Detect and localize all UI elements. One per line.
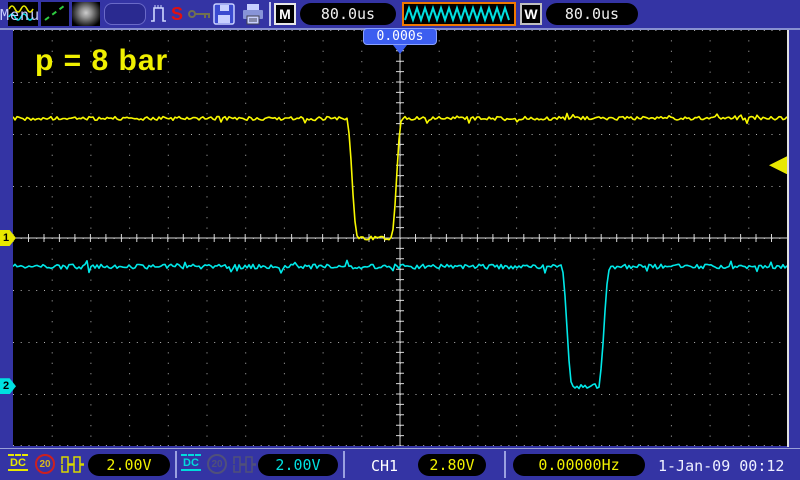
top-toolbar: S M 80.0us [0, 0, 800, 28]
ch2-bandwidth-limit-icon: 20 [207, 454, 227, 474]
ch1-coupling-label: DC [8, 457, 28, 471]
window-timebase-button: W [520, 3, 542, 25]
blank-slot [104, 3, 146, 25]
frequency-readout: 0.00000Hz [513, 454, 645, 476]
print-icon [240, 2, 265, 26]
toolbar-separator [269, 2, 271, 26]
status-separator [175, 451, 177, 478]
glitch-pulse-icon [149, 2, 169, 26]
status-separator [343, 451, 345, 478]
main-timebase-readout: 80.0us [300, 3, 396, 25]
datetime-label: 1-Jan-09 00:12 [658, 457, 784, 475]
main-timebase-button: M [274, 3, 296, 25]
oscilloscope-screen: S M 80.0us [0, 0, 800, 480]
pressure-annotation: p = 8 bar [35, 44, 168, 78]
menu-button[interactable]: Menu [0, 6, 40, 24]
trigger-source-label: CH1 [371, 457, 398, 475]
status-separator [504, 451, 506, 478]
window-timebase-readout: 80.0us [546, 3, 638, 25]
key-lock-icon [188, 2, 212, 26]
waveform-plot [13, 30, 787, 446]
ch2-coupling-label: DC [181, 457, 201, 471]
ch1-scale-readout: 2.00V [88, 454, 170, 476]
trend-line-icon [41, 2, 69, 26]
trigger-position-tag[interactable]: 0.000s [363, 28, 437, 45]
window-zoom-waveform [402, 2, 516, 26]
ch2-coupling-icon: DC [181, 453, 203, 471]
ch1-bandwidth-limit-icon: 20 [35, 454, 55, 474]
ch1-squarewave-icon [61, 456, 85, 477]
s-badge: S [171, 4, 183, 25]
ch2-scale-readout: 2.00V [258, 454, 338, 476]
noise-blob-icon [72, 2, 100, 26]
trigger-position-pointer-icon [393, 45, 407, 54]
plot-right-border [787, 30, 789, 447]
ch2-squarewave-icon [233, 456, 257, 477]
trigger-level-readout: 2.80V [418, 454, 486, 476]
ch1-coupling-icon: DC [8, 453, 30, 471]
save-floppy-icon [212, 2, 236, 26]
status-bar: DC 20 2.00V DC 20 2.00V CH1 [0, 448, 800, 480]
